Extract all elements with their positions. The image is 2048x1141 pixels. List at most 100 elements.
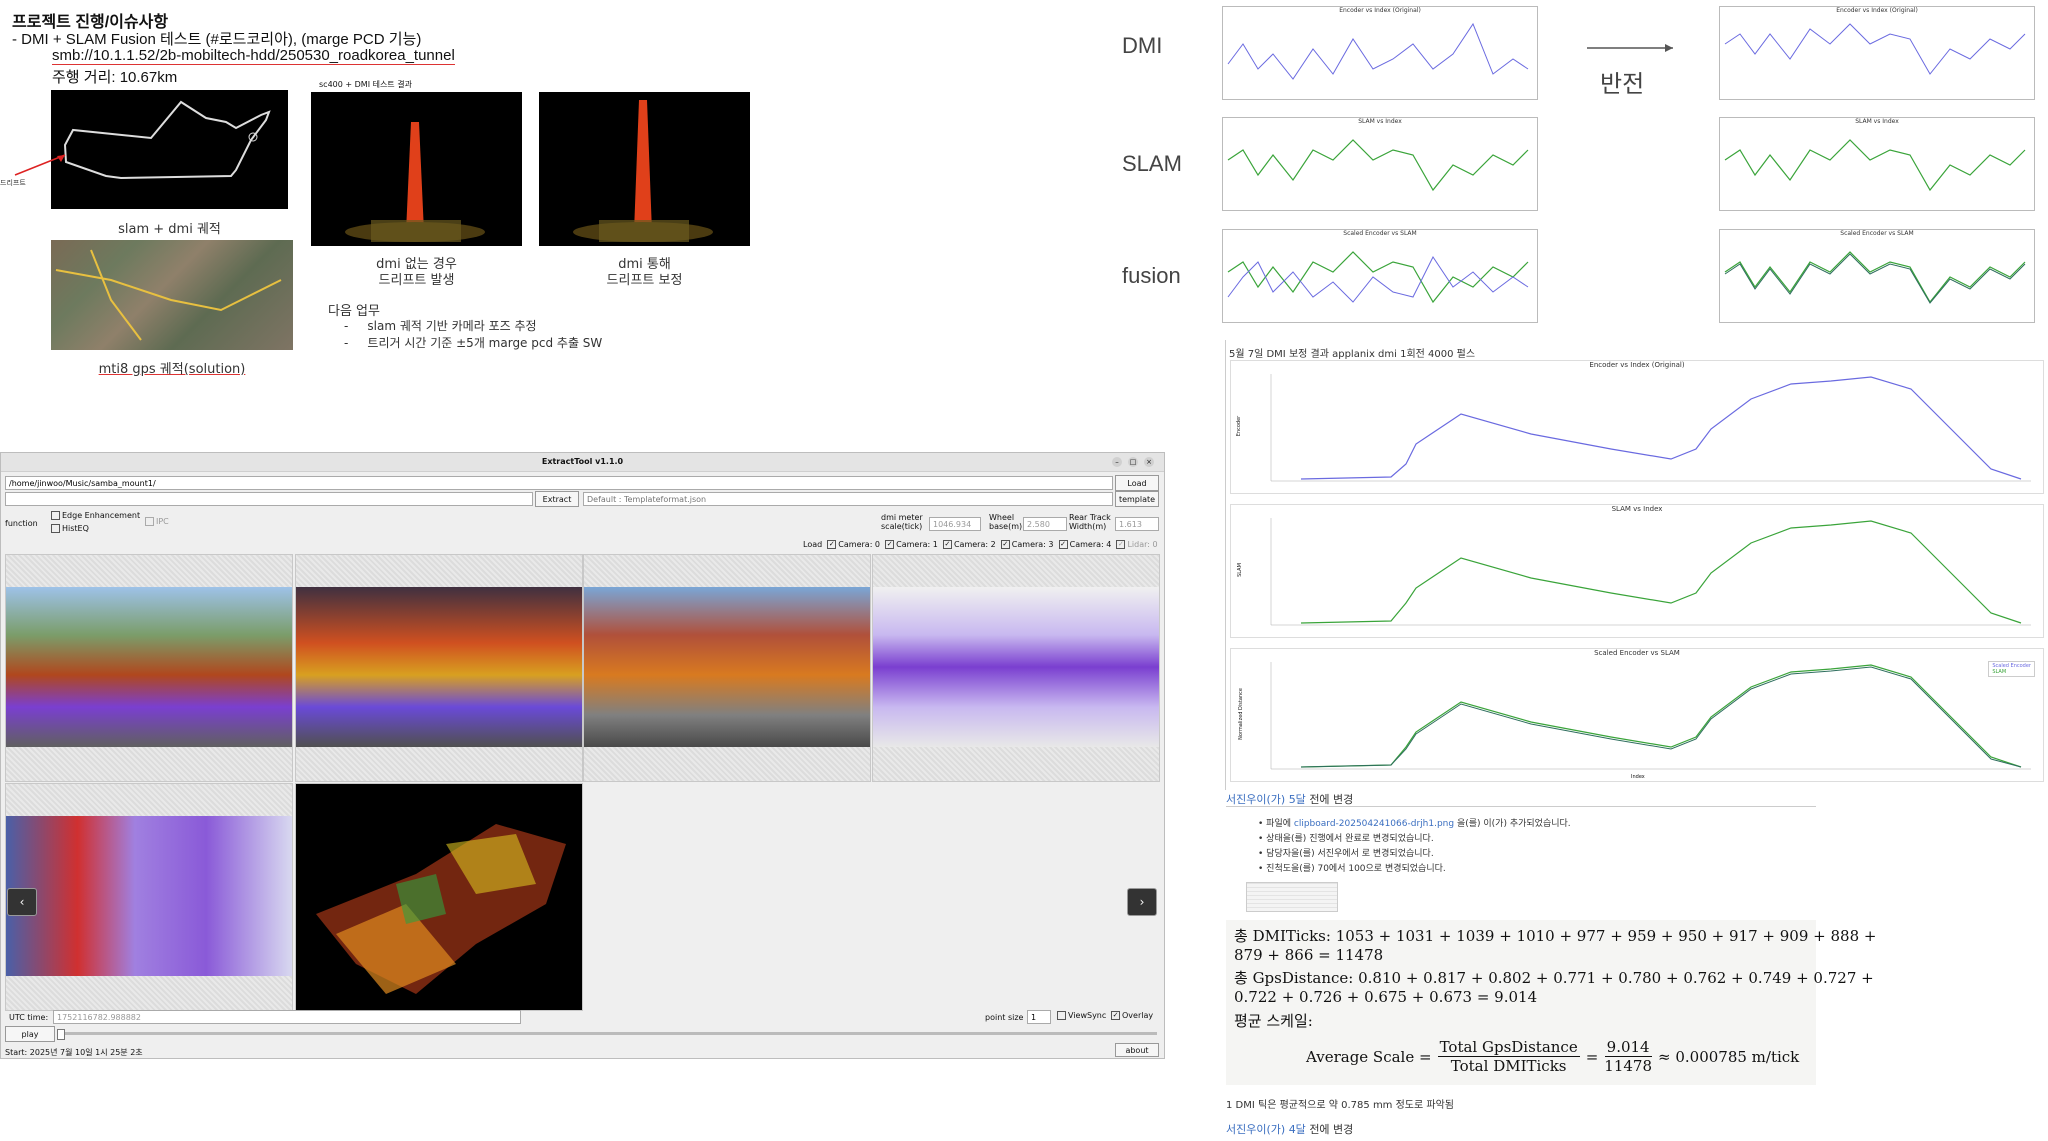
small-chart-title: Encoder vs Index (Original) (1836, 7, 1918, 14)
change-log-1: 서진우이(가) 5달 전에 변경 (1226, 791, 1353, 807)
small-chart-dmi-original: Encoder vs Index (Original) (1222, 6, 1538, 100)
play-button[interactable]: play (5, 1026, 55, 1042)
math-line-2: 879 + 866 = 11478 (1234, 946, 1384, 964)
math-line-4: 0.722 + 0.726 + 0.675 + 0.673 = 9.014 (1234, 988, 1538, 1006)
lidar-view[interactable] (295, 783, 583, 1011)
extract-path-input[interactable] (5, 492, 533, 506)
big-chart-fusion: Scaled Encoder vs SLAM Normalized Distan… (1230, 648, 2044, 782)
math-line-3: 총 GpsDistance: 0.810 + 0.817 + 0.802 + 0… (1234, 969, 1874, 987)
big-chart-encoder: Encoder vs Index (Original) Encoder (1230, 360, 2044, 494)
minimize-icon[interactable]: – (1112, 457, 1122, 467)
camera-4-checkbox[interactable]: ✓ Camera: 4 (1058, 540, 1111, 549)
extract-button[interactable]: Extract (535, 491, 579, 507)
slide-line1: - DMI + SLAM Fusion 테스트 (#로드코리아), (marge… (12, 28, 421, 49)
camera-0-checkbox[interactable]: ✓ Camera: 0 (827, 540, 880, 549)
change-item-pre: 진척도을(를) (1266, 864, 1318, 874)
small-chart-slam-svg (1227, 139, 1529, 192)
change-item-pre: 파일에 (1266, 819, 1294, 829)
change-time-link[interactable]: 4달 (1289, 1123, 1306, 1136)
rear-track-input[interactable] (1115, 517, 1159, 531)
timeline-slider[interactable] (57, 1029, 1157, 1040)
camera-view-4[interactable] (5, 783, 293, 1011)
caption-dmi-2: 드리프트 보정 (606, 273, 683, 288)
maximize-icon[interactable]: □ (1128, 457, 1138, 467)
change-item: • 진척도을(를) 70에서 100으로 변경되었습니다. (1258, 864, 1446, 874)
window-titlebar[interactable]: ExtractTool v1.1.0 – □ × (1, 453, 1164, 472)
slide-line1-text: DMI + SLAM Fusion 테스트 (#로드코리아), (marge P… (21, 31, 422, 48)
camera-2-checkbox[interactable]: ✓ Camera: 2 (942, 540, 996, 549)
template-input[interactable] (583, 492, 1113, 506)
lidar-pointcloud-svg (316, 824, 566, 994)
big-chart-encoder-ylabel: Encoder (1236, 415, 1243, 437)
point-size-input[interactable] (1027, 1010, 1051, 1024)
gps-satellite-image (51, 240, 293, 350)
tower-no-dmi-image (311, 92, 522, 246)
change-item-post: 진행에서 완료로 변경되었습니다. (1309, 834, 1434, 844)
formula-lhs: Average Scale = (1306, 1047, 1432, 1066)
change-suffix: 전에 변경 (1309, 1123, 1354, 1136)
small-chart-dmi-inv-svg (1724, 23, 2026, 75)
change-user-link[interactable]: 서진우이(가) (1226, 1123, 1285, 1136)
formula-num1: Total GpsDistance (1437, 1038, 1580, 1057)
math-line-5: 평균 스케일: (1234, 1012, 1313, 1030)
camera-view-2[interactable] (583, 554, 871, 782)
about-button[interactable]: about (1115, 1043, 1159, 1057)
next-task-1: - slam 궤적 기반 카메라 포즈 추정 (344, 319, 537, 333)
close-icon[interactable]: × (1144, 457, 1154, 467)
small-chart-fusion: Scaled Encoder vs SLAM (1222, 229, 1538, 323)
chevron-left-icon[interactable]: ‹ (7, 888, 37, 916)
attachment-link[interactable]: clipboard-202504241066-drjh1.png (1294, 819, 1454, 829)
formula-frac-2: 9.014 11478 (1604, 1038, 1652, 1075)
small-chart-fusion-right: Scaled Encoder vs SLAM (1719, 229, 2035, 323)
big-chart-fusion-svg (1270, 662, 2031, 770)
row-label-fusion: fusion (1122, 263, 1181, 288)
camera-view-0[interactable] (5, 554, 293, 782)
dmi-meter-label: dmi meter scale(tick) (881, 513, 923, 531)
histeq-label: HistEQ (62, 524, 89, 533)
change-suffix: 전에 변경 (1309, 793, 1354, 806)
small-chart-fusion-right-svg (1724, 251, 2026, 304)
camera-1-label: Camera: 1 (896, 540, 938, 549)
load-label: Load (803, 540, 823, 549)
dmi-meter-input[interactable] (929, 517, 981, 531)
camera-3-label: Camera: 3 (1011, 540, 1054, 549)
utc-input[interactable] (53, 1010, 521, 1024)
histeq-checkbox[interactable]: HistEQ (51, 524, 89, 533)
change-user-link[interactable]: 서진우이(가) (1226, 793, 1285, 806)
big-chart-fusion-title: Scaled Encoder vs SLAM (1594, 649, 1680, 657)
small-chart-title: Scaled Encoder vs SLAM (1840, 230, 1914, 237)
small-chart-slam: SLAM vs Index (1222, 117, 1538, 211)
change-time-link[interactable]: 5달 (1289, 793, 1306, 806)
camera-view-1[interactable] (295, 554, 583, 782)
overlay-checkbox[interactable]: ✓ Overlay (1111, 1011, 1153, 1020)
start-time-text: Start: 2025년 7월 10일 1시 25분 2초 (5, 1048, 143, 1057)
edge-enhancement-checkbox[interactable]: Edge Enhancement (51, 511, 140, 520)
attachment-thumbnail[interactable] (1246, 882, 1338, 912)
lidar-0-checkbox[interactable]: ✓ Lidar: 0 (1116, 540, 1158, 549)
row-label-slam: SLAM (1122, 151, 1182, 176)
dmi-note: 1 DMI 틱은 평균적으로 약 0.785 mm 정도로 파악됨 (1226, 1100, 1454, 1111)
bullet-dash: - (12, 31, 17, 48)
trajectory-svg (63, 100, 271, 180)
camera-image-1 (296, 587, 582, 747)
camera-image-3 (873, 587, 1159, 747)
formula-frac-1: Total GpsDistance Total DMITicks (1437, 1038, 1580, 1075)
gps-path-svg (55, 249, 282, 341)
viewsync-checkbox[interactable]: ViewSync (1057, 1011, 1106, 1020)
camera-1-checkbox[interactable]: ✓ Camera: 1 (885, 540, 938, 549)
template-button[interactable]: template (1115, 491, 1159, 507)
load-button[interactable]: Load (1115, 475, 1159, 491)
formula-rhs: ≈ 0.000785 m/tick (1658, 1047, 1800, 1066)
big-chart-encoder-svg (1270, 374, 2031, 482)
chevron-right-icon[interactable]: › (1127, 888, 1157, 916)
camera-image-0 (6, 587, 292, 747)
timeline-handle[interactable] (57, 1029, 65, 1040)
tower-no-dmi-svg (345, 122, 485, 242)
camera-view-3[interactable] (872, 554, 1160, 782)
path-input[interactable] (5, 476, 1113, 490)
ipc-checkbox[interactable]: IPC (145, 517, 169, 526)
camera-3-checkbox[interactable]: ✓ Camera: 3 (1000, 540, 1054, 549)
next-task-2-text: 트리거 시간 기준 ±5개 marge pcd 추출 SW (367, 336, 603, 350)
wheel-base-input[interactable] (1023, 517, 1067, 531)
caption-gps: mti8 gps 궤적(solution) (98, 362, 246, 377)
